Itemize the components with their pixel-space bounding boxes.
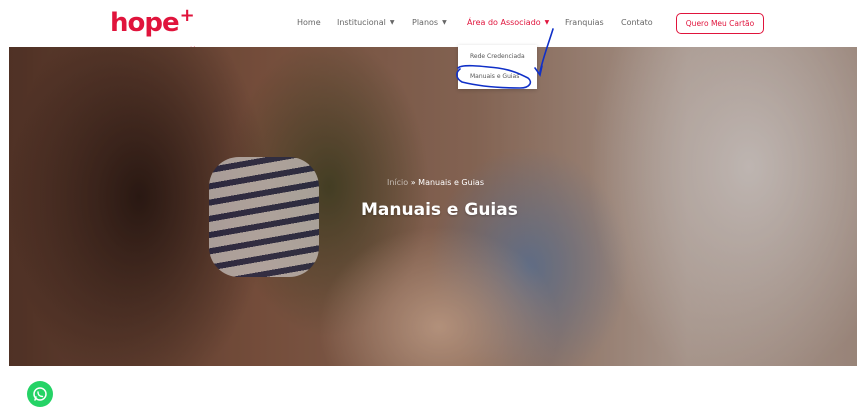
nav-item-planos[interactable]: Planos ▼ — [412, 18, 447, 27]
hero-banner: Início » Manuais e Guias Manuais e Guias — [9, 47, 857, 366]
page-title: Manuais e Guias — [361, 200, 518, 220]
chevron-down-icon: ▼ — [389, 19, 395, 26]
nav-item-franquias[interactable]: Franquias — [565, 18, 604, 27]
nav-item-contato[interactable]: Contato — [621, 18, 653, 27]
chevron-down-icon: ▼ — [544, 19, 550, 26]
breadcrumb-current: Manuais e Guias — [418, 178, 484, 187]
brand-logo[interactable]: hope+ saúde — [110, 5, 198, 51]
dropdown-item-rede-credenciada[interactable]: Rede Credenciada — [470, 53, 525, 60]
nav-item-area-do-associado[interactable]: Área do Associado ▼ — [467, 18, 549, 27]
area-do-associado-dropdown: Rede Credenciada Manuais e Guias — [458, 45, 537, 89]
breadcrumb-home-link[interactable]: Início — [387, 178, 408, 187]
quero-meu-cartao-button[interactable]: Quero Meu Cartão — [676, 13, 764, 34]
nav-item-institucional[interactable]: Institucional ▼ — [337, 18, 395, 27]
whatsapp-button[interactable] — [27, 381, 53, 407]
breadcrumb: Início » Manuais e Guias — [387, 178, 484, 187]
chevron-down-icon: ▼ — [442, 19, 447, 26]
dropdown-item-manuais-e-guias[interactable]: Manuais e Guias — [470, 73, 519, 80]
nav-item-home[interactable]: Home — [297, 18, 321, 27]
whatsapp-icon — [33, 387, 47, 401]
site-header: hope+ saúde Home Institucional▼ Planos▼ … — [0, 0, 857, 51]
breadcrumb-separator: » — [410, 178, 416, 187]
